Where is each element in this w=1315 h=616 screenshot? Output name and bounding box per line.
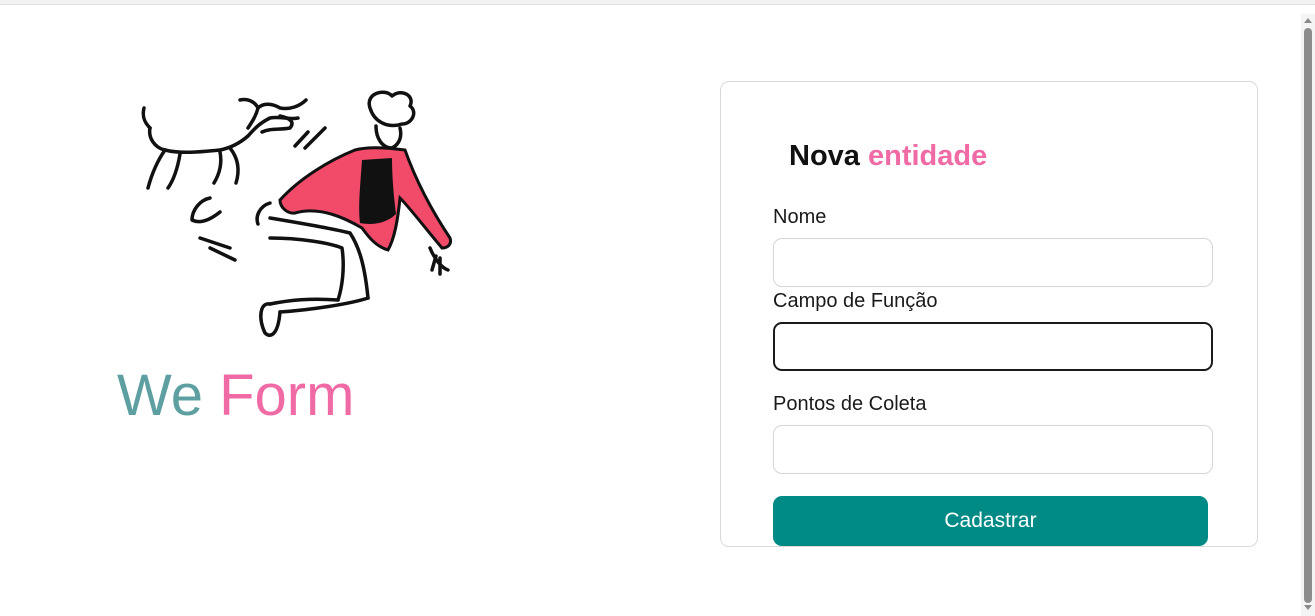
brand-logo-text: We Form bbox=[117, 362, 354, 430]
brand-word-we: We bbox=[117, 363, 203, 428]
person-with-dog-illustration bbox=[141, 90, 452, 337]
nome-label: Nome bbox=[773, 206, 827, 228]
nome-input[interactable] bbox=[773, 238, 1213, 287]
brand-word-form: Form bbox=[219, 363, 355, 428]
page-scrollbar[interactable] bbox=[1301, 14, 1315, 616]
form-title: Nova entidade bbox=[789, 136, 987, 176]
registration-form-card: Nova entidade Nome Campo de Função Ponto… bbox=[720, 81, 1258, 547]
form-title-part1: Nova bbox=[789, 140, 860, 172]
scrollbar-thumb[interactable] bbox=[1304, 28, 1312, 603]
window-top-border bbox=[0, 0, 1315, 5]
campo-de-funcao-label: Campo de Função bbox=[773, 290, 938, 312]
form-title-part2: entidade bbox=[867, 140, 988, 172]
campo-de-funcao-input[interactable] bbox=[773, 322, 1213, 371]
cadastrar-button[interactable]: Cadastrar bbox=[773, 496, 1208, 546]
scroll-down-arrow-icon[interactable] bbox=[1304, 605, 1312, 610]
pontos-de-coleta-input[interactable] bbox=[773, 425, 1213, 474]
pontos-de-coleta-label: Pontos de Coleta bbox=[773, 393, 927, 415]
scroll-up-arrow-icon[interactable] bbox=[1304, 18, 1312, 23]
